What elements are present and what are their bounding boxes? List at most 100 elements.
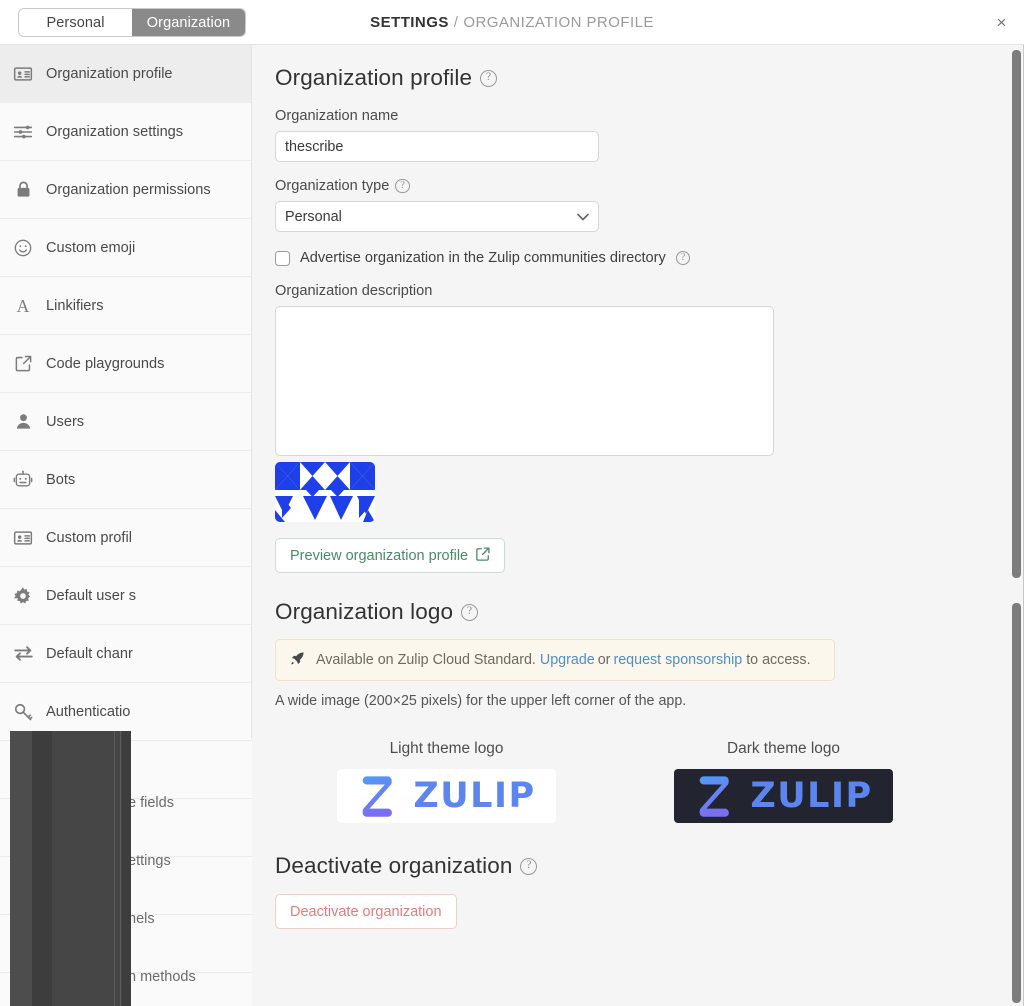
upgrade-banner-text: Available on Zulip Cloud Standard. Upgra… — [316, 652, 811, 668]
logo-size-hint: A wide image (200×25 pixels) for the upp… — [275, 693, 687, 709]
organization-logo-heading-text: Organization logo — [275, 599, 454, 624]
tab-personal[interactable]: Personal — [19, 9, 132, 36]
sidebar-item-label: Linkifiers — [46, 297, 104, 314]
org-description-textarea[interactable] — [275, 306, 774, 456]
advertise-org-checkbox[interactable] — [275, 250, 290, 266]
sidebar-item-label: Bots — [46, 471, 76, 488]
organization-avatar[interactable] — [275, 462, 375, 522]
sidebar-item-custom-emoji[interactable]: Custom emoji — [0, 219, 251, 277]
settings-overlay: undsundsundse fieldsettingsnelsn methods… — [0, 0, 1024, 1006]
smiley-icon — [12, 237, 34, 259]
light-theme-logo-image[interactable]: ZULIP — [337, 769, 556, 823]
sidebar-item-label: Organization profile — [46, 65, 173, 82]
light-theme-logo-block: Light theme logo ZULIP — [337, 740, 556, 823]
request-sponsorship-link[interactable]: request sponsorship — [613, 652, 742, 668]
org-type-label: Organization type ? — [275, 178, 1005, 194]
dark-theme-logo-word: ZULIP — [750, 776, 873, 816]
deactivate-organization-heading-text: Deactivate organization — [275, 853, 513, 878]
help-icon-logo[interactable]: ? — [461, 603, 479, 621]
zulip-z-icon-dark — [700, 776, 730, 817]
dark-theme-logo-caption: Dark theme logo — [727, 740, 840, 757]
scrollbar-thumb-lower[interactable] — [1012, 603, 1021, 1003]
settings-header: Personal Organization SETTINGS / ORGANIZ… — [0, 0, 1024, 45]
sidebar-item-organization-permissions[interactable]: Organization permissions — [0, 161, 251, 219]
dark-render-artifact — [10, 731, 131, 1006]
sidebar-item-code-playgrounds[interactable]: Code playgrounds — [0, 335, 251, 393]
page-title: Organization profile ? — [275, 65, 1005, 91]
sidebar-item-organization-settings[interactable]: Organization settings — [0, 103, 251, 161]
sidebar-item-bots[interactable]: Bots — [0, 451, 251, 509]
upgrade-banner: Available on Zulip Cloud Standard. Upgra… — [275, 639, 835, 681]
page-title-text: Organization profile — [275, 65, 473, 90]
swap-arrows-icon — [12, 643, 34, 665]
external-link-icon — [476, 546, 490, 565]
preview-button-label: Preview organization profile — [290, 547, 469, 564]
close-icon[interactable]: × — [991, 12, 1012, 33]
org-type-select[interactable]: PersonalBusinessOpen-source projectEduca… — [275, 201, 599, 232]
user-icon — [12, 411, 34, 433]
org-description-label-text: Organization description — [275, 283, 433, 299]
light-theme-logo-caption: Light theme logo — [389, 740, 504, 757]
sidebar-item-default-user-s[interactable]: Default user s — [0, 567, 251, 625]
organization-logo-heading: Organization logo ? — [275, 599, 1005, 625]
help-icon-deactivate[interactable]: ? — [520, 857, 538, 875]
deactivate-organization-button[interactable]: Deactivate organization — [275, 894, 457, 929]
org-name-input[interactable] — [275, 131, 599, 162]
org-name-label-text: Organization name — [275, 108, 399, 124]
external-link-icon — [12, 353, 34, 375]
light-theme-logo-word: ZULIP — [413, 776, 536, 816]
id-card-icon — [12, 63, 34, 85]
settings-sidebar[interactable]: Organization profile Organization setting… — [0, 45, 252, 738]
sidebar-item-custom-profil[interactable]: Custom profil — [0, 509, 251, 567]
advertise-org-label: Advertise organization in the Zulip comm… — [300, 250, 666, 266]
sidebar-item-authenticatio[interactable]: Authenticatio — [0, 683, 251, 738]
sidebar-item-label: Organization permissions — [46, 181, 211, 198]
gear-icon — [12, 585, 34, 607]
breadcrumb-current: ORGANIZATION PROFILE — [463, 14, 654, 31]
sidebar-item-label: Default chanr — [46, 645, 133, 662]
scrollbar-thumb-upper[interactable] — [1012, 50, 1021, 578]
id-card-icon — [12, 527, 34, 549]
deactivate-organization-heading: Deactivate organization ? — [275, 853, 1005, 879]
sidebar-item-label: Default user s — [46, 587, 137, 604]
org-type-label-text: Organization type — [275, 178, 390, 194]
svg-text:A: A — [17, 296, 30, 316]
sidebar-item-label: Organization settings — [46, 123, 184, 140]
deactivate-button-label: Deactivate organization — [290, 903, 442, 920]
dark-theme-logo-block: Dark theme logo ZULIP — [674, 740, 893, 823]
dark-theme-logo-image[interactable]: ZULIP — [674, 769, 893, 823]
sidebar-item-users[interactable]: Users — [0, 393, 251, 451]
banner-prefix: Available on Zulip Cloud Standard. — [316, 652, 536, 668]
identicon-image — [275, 462, 375, 522]
sidebar-item-label: Users — [46, 413, 85, 430]
banner-suffix: to access. — [746, 652, 811, 668]
rocket-icon — [290, 651, 305, 669]
artifact-text-fragment: nels — [128, 911, 155, 927]
breadcrumb-settings: SETTINGS — [370, 14, 449, 31]
sidebar-item-linkifiers[interactable]: A Linkifiers — [0, 277, 251, 335]
sidebar-item-label: Custom emoji — [46, 239, 136, 256]
org-name-label: Organization name — [275, 108, 1005, 124]
sidebar-item-default-chanr[interactable]: Default chanr — [0, 625, 251, 683]
lock-icon — [12, 179, 34, 201]
tab-organization[interactable]: Organization — [132, 9, 245, 36]
robot-icon — [12, 469, 34, 491]
artifact-text-fragment: n methods — [128, 969, 196, 985]
upgrade-link[interactable]: Upgrade — [540, 652, 595, 668]
sidebar-item-organization-profile[interactable]: Organization profile — [0, 45, 251, 103]
help-icon-advertise[interactable]: ? — [675, 250, 691, 266]
theme-logos-row: Light theme logo ZULIP Dark theme logo Z… — [275, 740, 1005, 823]
sliders-icon — [12, 121, 34, 143]
banner-or: or — [597, 652, 611, 668]
zulip-z-icon — [363, 776, 393, 817]
org-description-label: Organization description — [275, 283, 1005, 299]
settings-main-panel: Organization profile ? Organization name… — [253, 45, 1024, 1006]
help-icon-org-type[interactable]: ? — [395, 178, 410, 194]
personal-organization-tab-switcher[interactable]: Personal Organization — [18, 8, 246, 37]
preview-organization-profile-button[interactable]: Preview organization profile — [275, 538, 506, 573]
sidebar-item-label: Code playgrounds — [46, 355, 165, 372]
advertise-org-row[interactable]: Advertise organization in the Zulip comm… — [275, 250, 1005, 266]
help-icon-profile[interactable]: ? — [480, 69, 498, 87]
breadcrumb-separator: / — [453, 14, 459, 31]
key-icon — [12, 701, 34, 723]
